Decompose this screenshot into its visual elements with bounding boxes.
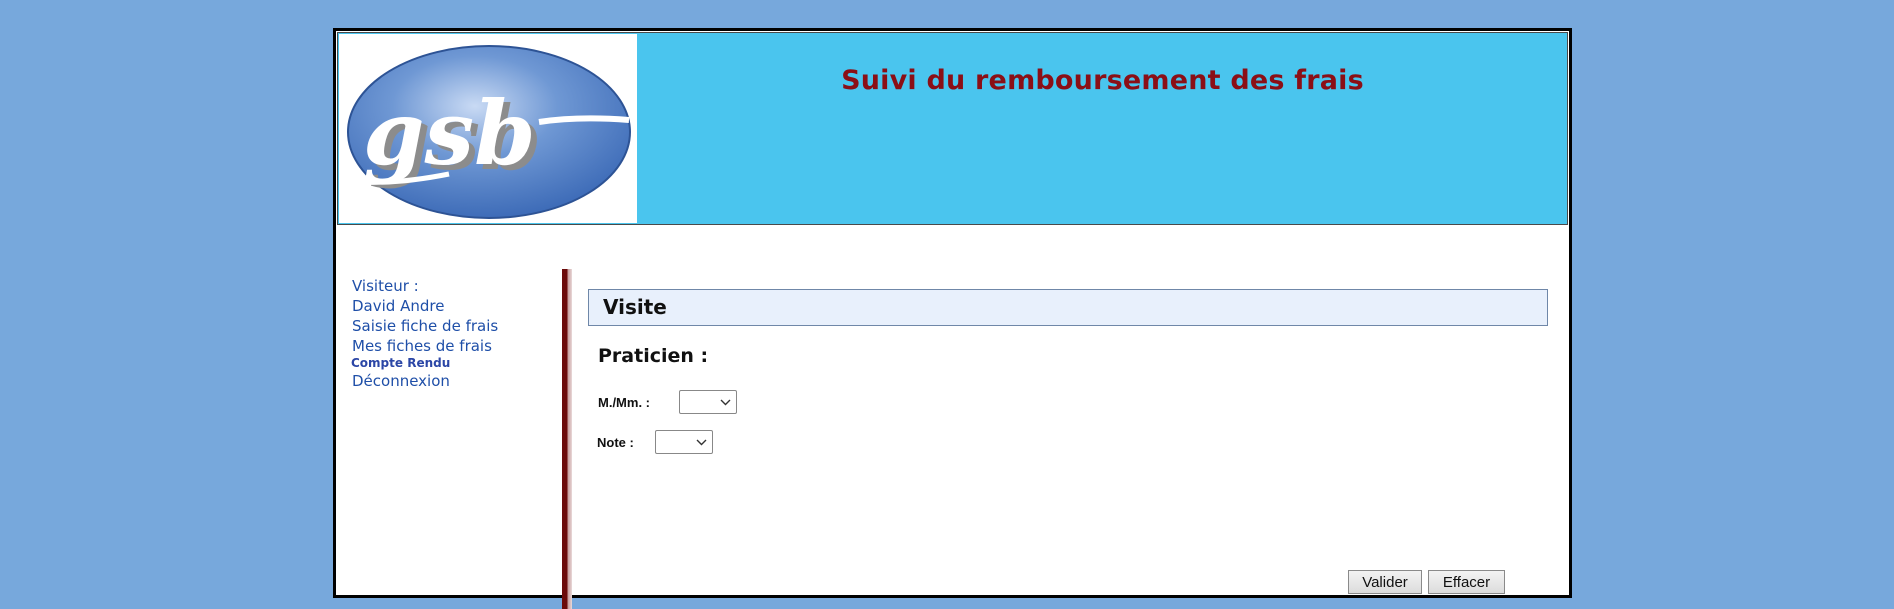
section-header: Visite xyxy=(588,289,1548,326)
note-select[interactable] xyxy=(655,430,713,454)
sidebar-menu: Visiteur : David Andre Saisie fiche de f… xyxy=(351,276,552,391)
header-banner: gsb gsb Suivi du remboursement des frais xyxy=(337,32,1568,225)
reset-button[interactable]: Effacer xyxy=(1428,570,1505,594)
menu-link-mes-fiches[interactable]: Mes fiches de frais xyxy=(352,336,552,356)
page-container: gsb gsb Suivi du remboursement des frais… xyxy=(333,28,1572,609)
section-title: Visite xyxy=(603,295,667,319)
main-content: Visite Praticien : M./Mm. : Note : Valid… xyxy=(588,289,1548,594)
menu-link-deconnexion[interactable]: Déconnexion xyxy=(352,371,552,391)
visitor-label: Visiteur : xyxy=(352,277,419,295)
menu-link-saisie-fiche[interactable]: Saisie fiche de frais xyxy=(352,316,552,336)
menu-link-compte-rendu[interactable]: Compte Rendu xyxy=(351,356,552,371)
praticien-heading: Praticien : xyxy=(598,345,709,367)
svg-text:gsb: gsb xyxy=(363,81,536,185)
gsb-logo: gsb gsb xyxy=(339,34,637,223)
civility-label: M./Mm. : xyxy=(598,395,650,410)
chevron-down-icon xyxy=(696,439,707,446)
chevron-down-icon xyxy=(720,399,731,406)
page-title: Suivi du remboursement des frais xyxy=(841,65,1364,96)
vertical-divider xyxy=(562,269,572,609)
submit-button[interactable]: Valider xyxy=(1348,570,1422,594)
civility-select[interactable] xyxy=(679,390,737,414)
visitor-name: David Andre xyxy=(352,297,445,315)
note-label: Note : xyxy=(597,435,634,450)
